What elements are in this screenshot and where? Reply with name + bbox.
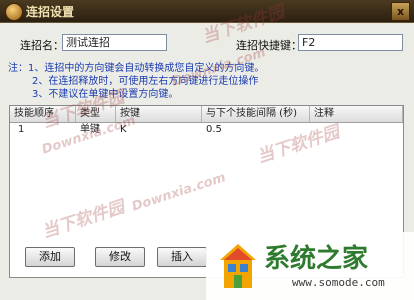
col-interval[interactable]: 与下个技能间隔 (秒): [202, 106, 310, 122]
combo-name-label: 连招名：: [20, 39, 64, 52]
edit-button[interactable]: 修改: [95, 247, 145, 267]
window-title: 连招设置: [26, 5, 75, 19]
col-type[interactable]: 类型: [76, 106, 116, 122]
logo-url: www.somode.com: [292, 276, 385, 289]
table-header: 技能顺序 类型 按键 与下个技能间隔 (秒) 注释: [10, 106, 403, 123]
col-comment[interactable]: 注释: [310, 106, 403, 122]
combo-name-input[interactable]: 测试连招: [62, 34, 167, 51]
note-line-1: 注：1、连招中的方向键会自动转换成您自定义的方向键。: [8, 63, 265, 74]
table-row[interactable]: 1 单键 K 0.5: [10, 123, 403, 137]
app-logo-icon: [5, 3, 23, 21]
note-line-3: 3、不建议在单键中设置方向键。: [32, 89, 179, 100]
cell-interval: 0.5: [206, 124, 222, 135]
cell-type: 单键: [80, 124, 100, 135]
note-line-2: 2、在连招释放时，可使用左右方向键进行走位操作: [32, 76, 259, 87]
insert-button[interactable]: 插入: [157, 247, 207, 267]
system-home-logo: 系统之家 www.somode.com: [206, 232, 414, 300]
logo-text-cn: 系统之家: [264, 244, 369, 274]
hotkey-label: 连招快捷键：: [236, 39, 302, 52]
cell-key: K: [120, 124, 127, 135]
hotkey-input[interactable]: F2: [298, 34, 403, 51]
cell-order: 1: [18, 124, 25, 135]
add-button[interactable]: 添加: [25, 247, 75, 267]
close-button[interactable]: x: [391, 2, 410, 21]
title-bar: 连招设置 x: [0, 0, 414, 23]
notes-block: 注：1、连招中的方向键会自动转换成您自定义的方向键。 2、在连招释放时，可使用左…: [8, 62, 264, 101]
col-skill-order[interactable]: 技能顺序: [10, 106, 76, 122]
col-key[interactable]: 按键: [116, 106, 202, 122]
house-icon: [220, 244, 256, 288]
